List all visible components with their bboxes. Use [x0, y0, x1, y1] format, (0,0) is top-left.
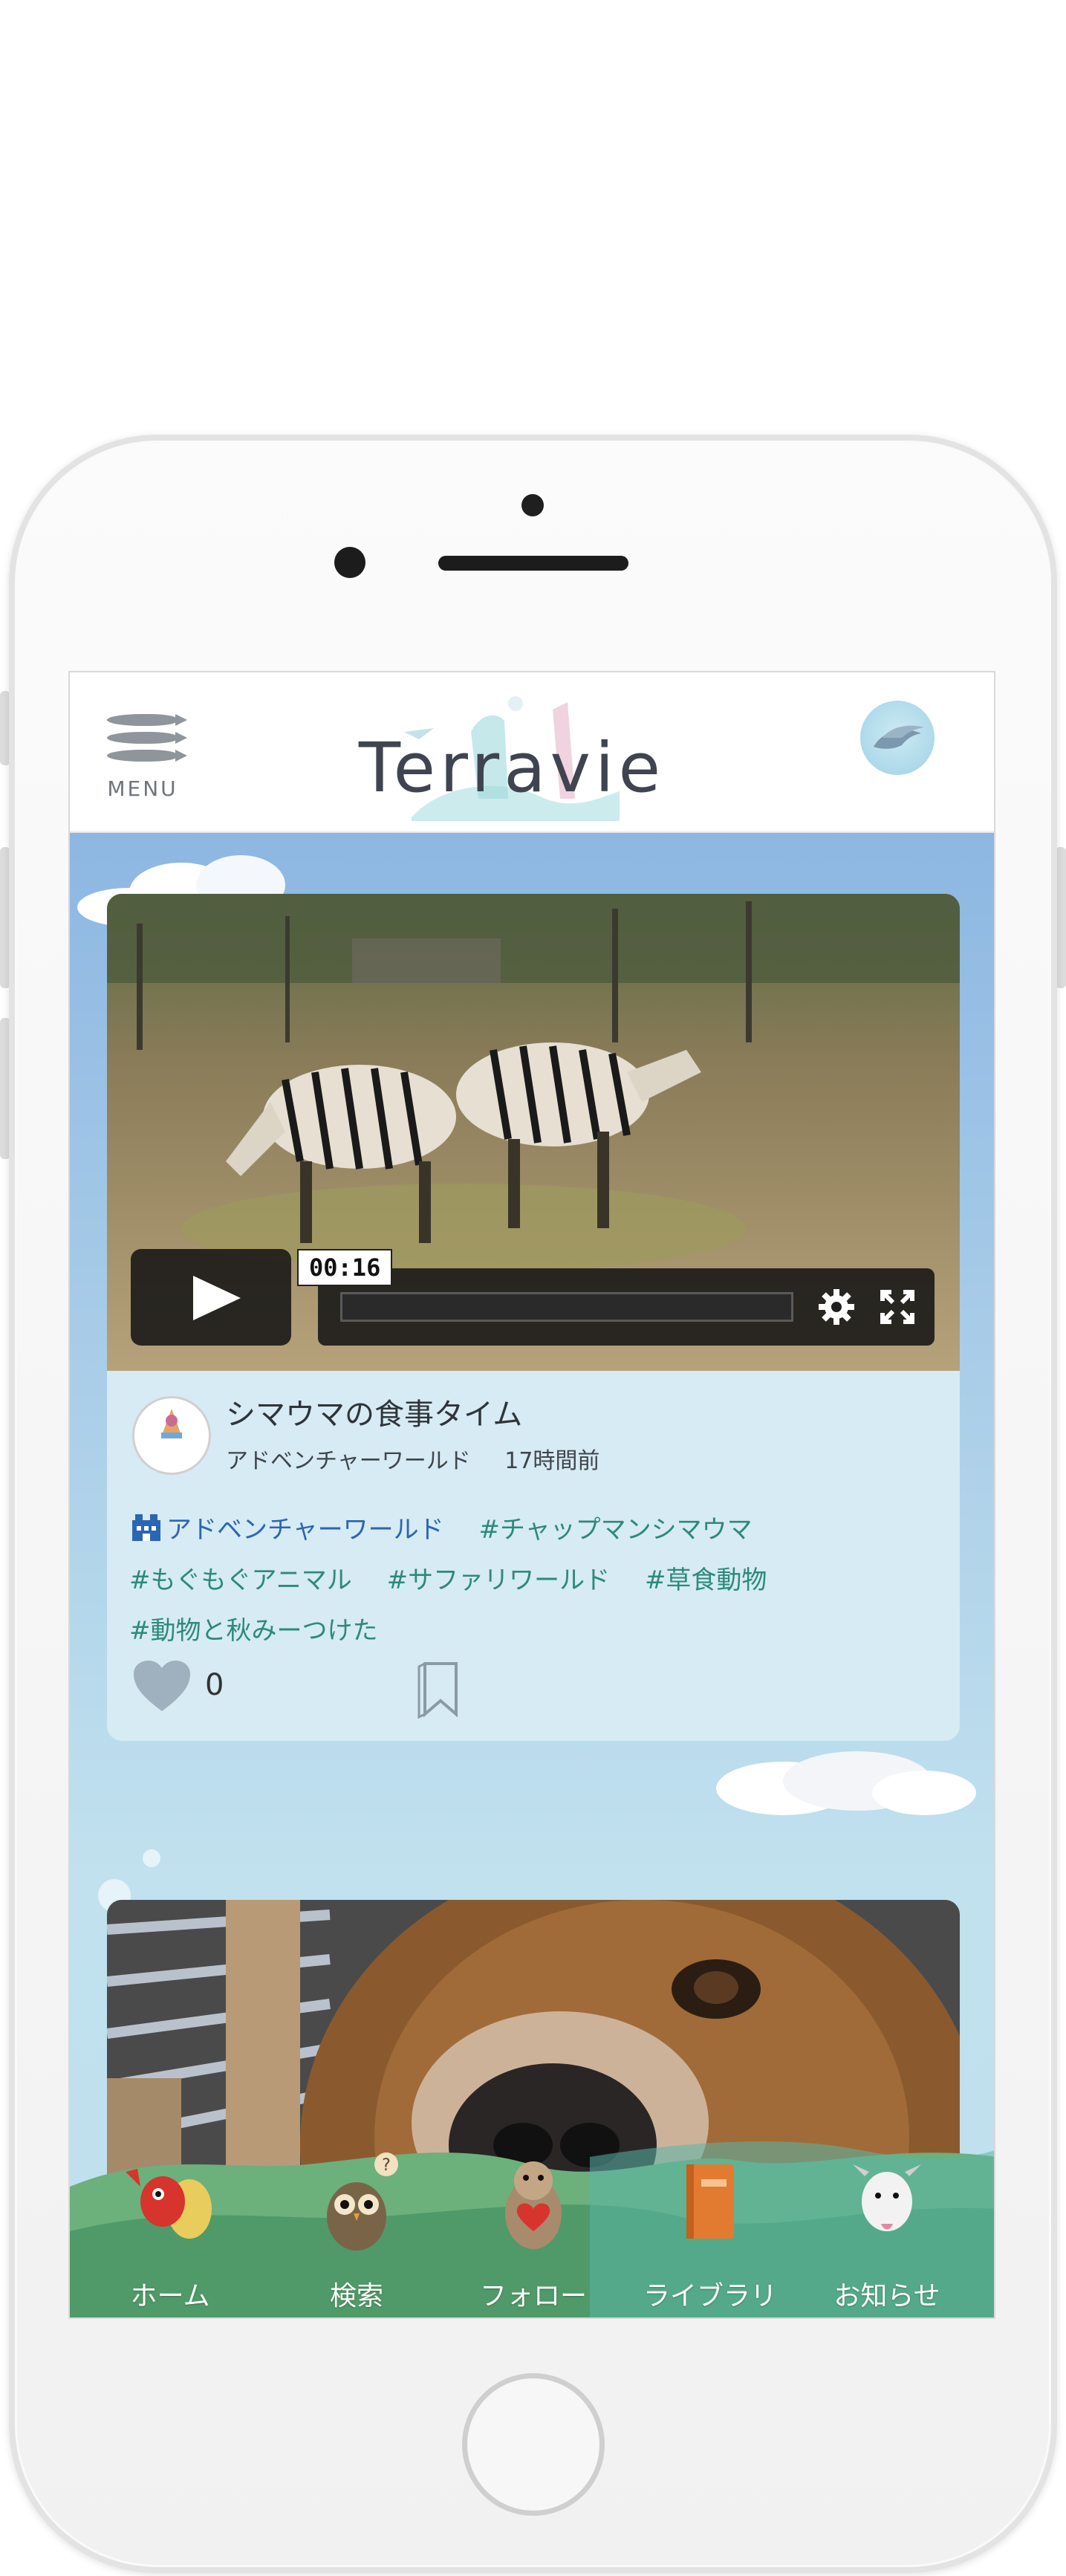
- video-controls: [318, 1268, 935, 1346]
- author-avatar[interactable]: [132, 1396, 211, 1475]
- bookmark-icon[interactable]: [415, 1659, 467, 1719]
- fish-icon: [107, 732, 187, 744]
- play-icon: [193, 1276, 241, 1320]
- otter-heart-icon: [505, 2161, 562, 2249]
- tab-follow[interactable]: フォロー: [459, 2127, 608, 2317]
- fish-icon: [107, 714, 187, 726]
- hashtag[interactable]: #もぐもぐアニマル: [129, 1555, 352, 1606]
- tab-search[interactable]: ? 検索: [282, 2127, 431, 2317]
- hashtag[interactable]: #草食動物: [645, 1555, 767, 1606]
- post-title[interactable]: シマウマの食事タイム: [226, 1390, 522, 1433]
- goat-icon: [853, 2164, 921, 2231]
- logo-text: Terravie: [358, 728, 666, 808]
- home-button[interactable]: [462, 2373, 605, 2516]
- power-button: [1056, 847, 1066, 988]
- org-tag[interactable]: アドベンチャーワールド: [129, 1505, 444, 1555]
- fullscreen-icon[interactable]: [878, 1288, 917, 1326]
- feed[interactable]: 00:16 シマウマの食事タイム アドベンチャーワールド 17時間前 アドベンチ…: [70, 833, 994, 2317]
- bottom-tab-bar: ホーム ? 検索 フォロー ライブラリ お知らせ: [70, 2127, 994, 2317]
- like-count: 0: [205, 1668, 224, 1702]
- earpiece-speaker: [438, 556, 628, 571]
- tab-label: 検索: [329, 2281, 383, 2311]
- video-progress-bar[interactable]: [340, 1292, 793, 1322]
- tab-label: ホーム: [130, 2281, 210, 2311]
- tab-label: お知らせ: [833, 2281, 940, 2311]
- play-button[interactable]: [131, 1249, 291, 1346]
- post-card[interactable]: 00:16 シマウマの食事タイム アドベンチャーワールド 17時間前 アドベンチ…: [107, 894, 960, 1741]
- tab-label: ライブラリ: [643, 2281, 777, 2311]
- svg-text:?: ?: [382, 2156, 391, 2175]
- app-logo[interactable]: Terravie: [352, 687, 672, 828]
- front-camera: [334, 547, 365, 578]
- hashtag[interactable]: #チャップマンシマウマ: [478, 1505, 752, 1555]
- tab-label: フォロー: [479, 2281, 587, 2311]
- building-icon: [132, 1514, 160, 1541]
- book-icon: [686, 2164, 734, 2239]
- tab-notifications[interactable]: お知らせ: [813, 2127, 961, 2317]
- post-subline: アドベンチャーワールド 17時間前: [226, 1442, 626, 1475]
- user-avatar[interactable]: [860, 701, 935, 775]
- org-tag-label: アドベンチャーワールド: [166, 1515, 444, 1545]
- hashtag[interactable]: #サファリワールド: [387, 1555, 611, 1606]
- video-player[interactable]: 00:16: [107, 894, 960, 1371]
- heart-icon[interactable]: [132, 1659, 192, 1714]
- hashtag[interactable]: #動物と秋みーつけた: [129, 1606, 378, 1656]
- reaction-row: 0: [132, 1659, 949, 1719]
- menu-label: MENU: [107, 776, 178, 801]
- adventure-world-logo: [161, 1409, 182, 1438]
- post-author[interactable]: アドベンチャーワールド: [226, 1448, 471, 1474]
- tab-library[interactable]: ライブラリ: [636, 2127, 784, 2317]
- front-sensor: [521, 494, 544, 516]
- owl-icon: ?: [327, 2152, 398, 2251]
- hermit-crab-icon: [126, 2169, 212, 2239]
- cloud-decoration: [716, 1751, 976, 1815]
- tag-list: アドベンチャーワールド #チャップマンシマウマ #もぐもぐアニマル #サファリワ…: [129, 1505, 946, 1656]
- tab-home[interactable]: ホーム: [96, 2127, 244, 2317]
- video-time-tooltip: 00:16: [297, 1249, 393, 1286]
- fish-icon: [107, 750, 187, 762]
- dolphin-icon: [874, 725, 924, 749]
- menu-button[interactable]: MENU: [104, 710, 187, 801]
- app-header: MENU Terravie: [70, 672, 994, 833]
- post-time: 17時間前: [504, 1448, 600, 1474]
- app-screen: MENU Terravie 00:16 シマウマの食事タイム アドベンチャーワー…: [68, 671, 995, 2319]
- gear-icon[interactable]: [817, 1288, 856, 1326]
